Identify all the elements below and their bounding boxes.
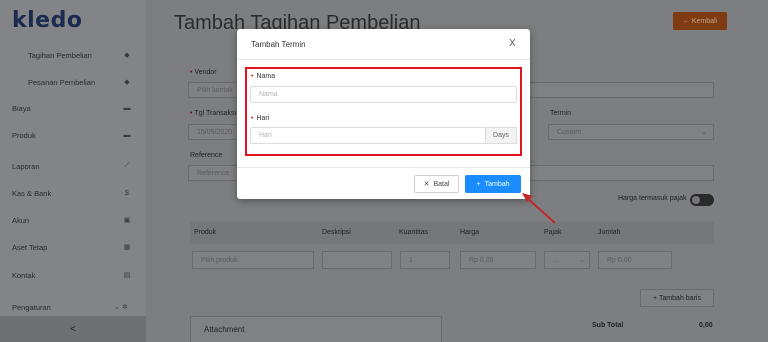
tgl-transaksi-label: • Tgl Transaksi [190, 110, 237, 117]
sidebar-item-aset-tetap[interactable]: Aset Tetap ▦ [0, 237, 146, 257]
chevron-down-icon: ⌄ [579, 257, 585, 264]
subtotal-value: 0,00 [699, 322, 713, 329]
column-header-produk: Produk [194, 229, 217, 236]
table-header [190, 222, 714, 244]
attachment-label: Attachment [204, 325, 245, 334]
tag-icon: ◆ [124, 79, 130, 86]
sidebar-item-pesanan-pembelian[interactable]: Pesanan Pembelian ◆ [0, 72, 146, 92]
book-icon: ▣ [123, 217, 131, 224]
termin-select[interactable]: Custom ⌄ [548, 124, 714, 140]
sidebar: kledo Tagihan Pembelian ◆ Pesanan Pembel… [0, 0, 146, 342]
modal-title: Tambah Termin [251, 40, 306, 49]
hari-input[interactable]: Hari [250, 127, 486, 144]
building-icon: ▦ [123, 244, 131, 251]
sidebar-item-label: Produk [12, 130, 36, 140]
sidebar-item-pengaturan[interactable]: Pengaturan ⌄ ✲ [0, 297, 146, 317]
produk-select[interactable]: Pilih produk [192, 251, 314, 269]
reference-label: Reference [190, 152, 223, 159]
sidebar-item-tagihan-pembelian[interactable]: Tagihan Pembelian ◆ [0, 45, 146, 65]
batal-label: Batal [433, 180, 450, 188]
vendor-label: • Vendor [190, 69, 217, 76]
tambah-label: Tambah [484, 180, 510, 188]
sidebar-item-label: Aset Tetap [12, 242, 48, 252]
chevron-down-icon: ⌄ [701, 129, 707, 136]
contact-icon: ▤ [123, 272, 131, 279]
close-icon: ✕ [423, 181, 430, 188]
close-icon[interactable]: X [509, 38, 516, 49]
nama-label: • Nama [251, 73, 276, 80]
pajak-value: ... [553, 256, 559, 264]
sidebar-item-kas-bank[interactable]: Kas & Bank $ [0, 183, 146, 203]
sidebar-item-biaya[interactable]: Biaya ▬ [0, 98, 146, 118]
termin-label: Termin [550, 110, 572, 117]
sidebar-item-label: Laporan [12, 161, 40, 171]
harga-termasuk-pajak-label: Harga termasuk pajak [618, 195, 687, 202]
modal-footer-divider [237, 167, 530, 168]
app-logo: kledo [12, 8, 83, 33]
harga-input[interactable]: Rp 0,00 [460, 251, 536, 269]
jumlah-input[interactable]: Rp 0,00 [598, 251, 672, 269]
tambah-termin-modal: Tambah Termin X • Nama Nama • Hari Hari Da… [237, 29, 530, 199]
kuantitas-input[interactable]: 1 [400, 251, 450, 269]
sidebar-item-produk[interactable]: Produk ▬ [0, 125, 146, 145]
harga-termasuk-pajak-toggle[interactable] [690, 194, 714, 206]
tag-icon: ◆ [124, 52, 130, 59]
hari-label: • Hari [251, 115, 270, 122]
tambah-baris-button[interactable]: + Tambah baris [640, 289, 714, 307]
sidebar-item-label: Akun [12, 215, 30, 225]
sidebar-item-label: Pesanan Pembelian [28, 77, 96, 87]
sidebar-item-label: Pengaturan [12, 302, 51, 312]
sidebar-item-akun[interactable]: Akun ▣ [0, 210, 146, 230]
sidebar-item-label: Kontak [12, 270, 36, 280]
sidebar-item-label: Biaya [12, 103, 31, 113]
card-icon: ▬ [123, 104, 131, 112]
deskripsi-input[interactable] [322, 251, 392, 269]
column-header-jumlah: Jumlah [598, 229, 621, 236]
sidebar-item-kontak[interactable]: Kontak ▤ [0, 265, 146, 285]
sidebar-item-label: Kas & Bank [12, 188, 52, 198]
column-header-kuantitas: Kuantitas [399, 229, 429, 236]
column-header-deskripsi: Deskripsi [322, 229, 351, 236]
gear-icon: ⌄ ✲ [114, 304, 128, 311]
days-addon: Days [485, 127, 517, 144]
termin-value: Custom [557, 128, 582, 136]
chart-icon: ⟋ [124, 162, 130, 169]
nama-input[interactable]: Nama [250, 86, 517, 103]
column-header-harga: Harga [460, 229, 480, 236]
sidebar-item-laporan[interactable]: Laporan ⟋ [0, 156, 146, 176]
batal-button[interactable]: ✕ Batal [414, 175, 459, 193]
dollar-icon: $ [125, 189, 129, 197]
tambah-button[interactable]: + Tambah [465, 175, 521, 193]
column-header-pajak: Pajak [544, 229, 562, 236]
box-icon: ▬ [123, 131, 131, 139]
subtotal-label: Sub Total [592, 322, 624, 329]
sidebar-item-label: Tagihan Pembelian [28, 50, 92, 60]
back-button[interactable]: ← Kembali [673, 12, 727, 30]
tgl-transaksi-input[interactable]: 15/05/2020 [188, 124, 238, 140]
sidebar-collapse-button[interactable]: < [0, 316, 146, 342]
plus-icon: + [476, 180, 481, 188]
pajak-select[interactable]: ... ⌄ [544, 251, 590, 269]
chevron-left-icon: < [70, 323, 76, 335]
